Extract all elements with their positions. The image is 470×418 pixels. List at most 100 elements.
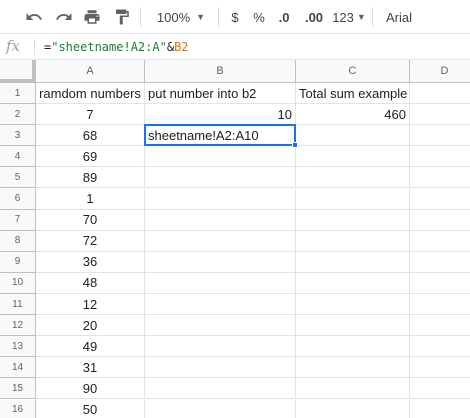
cell-d13[interactable] [410, 336, 470, 358]
row-header-4[interactable]: 4 [0, 146, 36, 168]
cell-c2[interactable]: 460 [296, 104, 410, 126]
cell-b8[interactable] [145, 230, 296, 252]
cell-a13[interactable]: 49 [36, 336, 145, 358]
row-header-13[interactable]: 13 [0, 336, 36, 358]
cell-c7[interactable] [296, 209, 410, 231]
cell-c10[interactable] [296, 272, 410, 294]
row-header-16[interactable]: 16 [0, 399, 36, 418]
row-header-1[interactable]: 1 [0, 83, 36, 105]
cell-a15[interactable]: 90 [36, 378, 145, 400]
cell-a16[interactable]: 50 [36, 399, 145, 418]
increase-decimals-button[interactable]: .00 [300, 5, 328, 29]
cell-c16[interactable] [296, 399, 410, 418]
formula-input[interactable]: ="sheetname!A2:A"&B2 [44, 40, 189, 54]
cell-a4[interactable]: 69 [36, 146, 145, 168]
cell-c13[interactable] [296, 336, 410, 358]
row-header-5[interactable]: 5 [0, 167, 36, 189]
cell-c3[interactable] [296, 125, 410, 147]
select-all-corner[interactable] [0, 60, 36, 83]
toolbar-divider [218, 7, 219, 27]
cell-a7[interactable]: 70 [36, 209, 145, 231]
cell-b9[interactable] [145, 251, 296, 273]
row-header-15[interactable]: 15 [0, 378, 36, 400]
cell-b12[interactable] [145, 315, 296, 337]
cell-d16[interactable] [410, 400, 470, 418]
cell-d7[interactable] [410, 210, 470, 231]
cell-d6[interactable] [410, 189, 470, 210]
cell-d9[interactable] [410, 252, 470, 273]
column-header-a[interactable]: A [36, 60, 145, 83]
currency-format-button[interactable]: $ [224, 5, 246, 29]
cell-a5[interactable]: 89 [36, 167, 145, 189]
cell-a2[interactable]: 7 [36, 104, 145, 126]
cell-d3[interactable] [410, 125, 470, 147]
cell-b5[interactable] [145, 167, 296, 189]
cell-b2[interactable]: 10 [145, 104, 296, 126]
cell-a14[interactable]: 31 [36, 357, 145, 379]
cell-d10[interactable] [410, 273, 470, 294]
undo-icon[interactable] [22, 5, 46, 29]
cell-b3[interactable]: sheetname!A2:A10 [145, 125, 296, 147]
column-header-c[interactable]: C [296, 60, 410, 83]
print-icon[interactable] [80, 5, 104, 29]
row-header-9[interactable]: 9 [0, 251, 36, 273]
cell-b10[interactable] [145, 272, 296, 294]
column-header-b[interactable]: B [145, 60, 296, 83]
cell-a8[interactable]: 72 [36, 230, 145, 252]
cell-a6[interactable]: 1 [36, 188, 145, 210]
cell-d12[interactable] [410, 315, 470, 337]
cell-d8[interactable] [410, 231, 470, 252]
cell-c9[interactable] [296, 251, 410, 273]
row-header-11[interactable]: 11 [0, 294, 36, 316]
cell-d14[interactable] [410, 357, 470, 379]
cell-c5[interactable] [296, 167, 410, 189]
cell-a12[interactable]: 20 [36, 315, 145, 337]
cell-a3[interactable]: 68 [36, 125, 145, 147]
row-header-12[interactable]: 12 [0, 315, 36, 337]
fill-handle[interactable] [292, 142, 298, 149]
row-header-6[interactable]: 6 [0, 188, 36, 210]
cell-d11[interactable] [410, 294, 470, 316]
cell-b15[interactable] [145, 378, 296, 400]
paint-format-icon[interactable] [110, 5, 134, 29]
cell-c11[interactable] [296, 294, 410, 316]
row-header-3[interactable]: 3 [0, 125, 36, 147]
column-header-d[interactable]: D [410, 60, 470, 83]
cell-a11[interactable]: 12 [36, 294, 145, 316]
cell-d4[interactable] [410, 146, 470, 168]
row-header-7[interactable]: 7 [0, 209, 36, 231]
formula-string: "sheetname!A2:A" [51, 40, 167, 54]
cell-b4[interactable] [145, 146, 296, 168]
cell-c4[interactable] [296, 146, 410, 168]
cell-a9[interactable]: 36 [36, 251, 145, 273]
cell-b1[interactable]: put number into b2 [145, 83, 296, 105]
row-header-10[interactable]: 10 [0, 272, 36, 294]
cell-b13[interactable] [145, 336, 296, 358]
more-formats-button[interactable]: 123 ▼ [330, 5, 368, 29]
font-select[interactable]: Arial [380, 5, 450, 29]
cell-d5[interactable] [410, 167, 470, 189]
cell-b6[interactable] [145, 188, 296, 210]
row-header-14[interactable]: 14 [0, 357, 36, 379]
cell-a10[interactable]: 48 [36, 272, 145, 294]
cell-d1[interactable] [410, 83, 470, 105]
cell-c14[interactable] [296, 357, 410, 379]
cell-b16[interactable] [145, 399, 296, 418]
percent-format-button[interactable]: % [248, 5, 270, 29]
cell-b11[interactable] [145, 294, 296, 316]
cell-c1[interactable]: Total sum example [296, 83, 410, 105]
cell-d15[interactable] [410, 378, 470, 400]
cell-c12[interactable] [296, 315, 410, 337]
decrease-decimals-button[interactable]: .0 [272, 5, 296, 29]
cell-a1[interactable]: ramdom numbers [36, 83, 145, 105]
redo-icon[interactable] [52, 5, 76, 29]
cell-d2[interactable] [410, 104, 470, 126]
zoom-select[interactable]: 100% ▼ [150, 5, 212, 29]
cell-c8[interactable] [296, 230, 410, 252]
row-header-8[interactable]: 8 [0, 230, 36, 252]
row-header-2[interactable]: 2 [0, 104, 36, 126]
cell-c15[interactable] [296, 378, 410, 400]
cell-b7[interactable] [145, 209, 296, 231]
cell-c6[interactable] [296, 188, 410, 210]
cell-b14[interactable] [145, 357, 296, 379]
